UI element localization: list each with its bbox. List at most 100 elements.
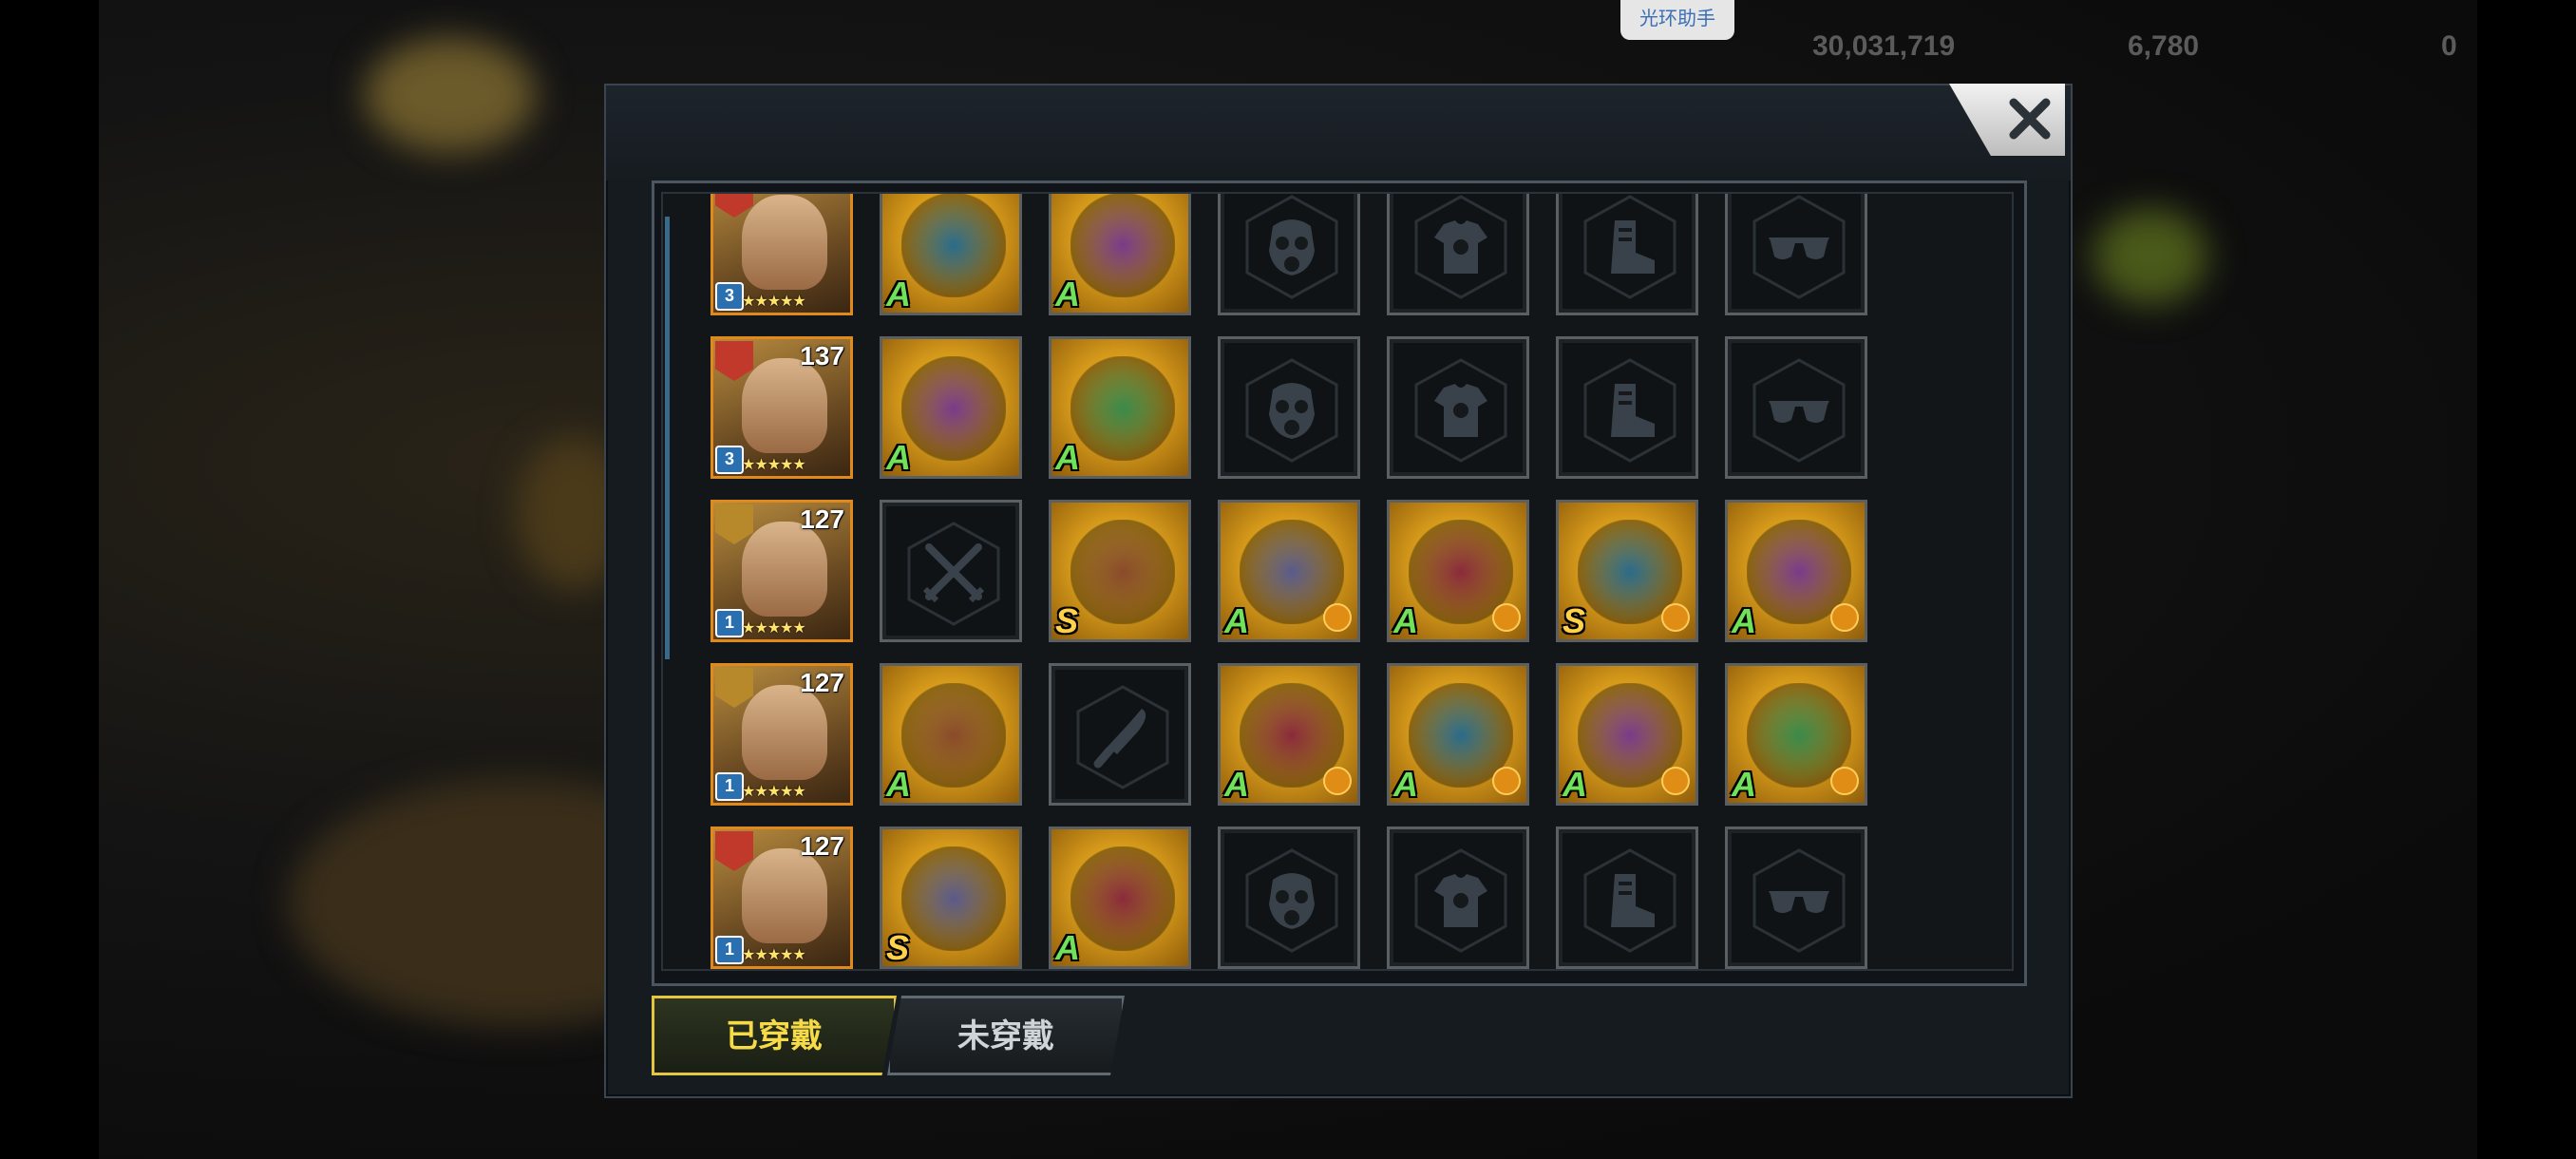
shirt-icon <box>1434 874 1487 927</box>
set-bonus-icon <box>1830 603 1859 632</box>
hero-face <box>742 848 827 943</box>
gear-item-slot[interactable]: A <box>1387 663 1529 806</box>
hero-equipment-row: 137 3 ★★★★★ A A <box>710 336 1964 479</box>
empty-gear-slot[interactable] <box>1218 194 1360 315</box>
gear-item-slot[interactable]: S <box>1556 500 1698 642</box>
set-bonus-icon <box>1830 767 1859 795</box>
hero-equipment-row: 3 ★★★★★ A A <box>710 194 1964 315</box>
empty-gear-slot[interactable] <box>1387 336 1529 479</box>
empty-gear-slot[interactable] <box>1218 826 1360 969</box>
empty-gear-slot[interactable] <box>880 500 1022 642</box>
gold-amount: 30,031,719 <box>1812 30 1956 62</box>
list-scrollbar[interactable] <box>665 217 670 659</box>
gear-grade: A <box>1732 601 1756 640</box>
gear-grade: A <box>1055 438 1080 477</box>
equipment-list[interactable]: 3 ★★★★★ A A 137 3 ★★★★★ A A 127 1 ★★★★★ S A A S A 127 1 ★★★… <box>661 192 2014 971</box>
empty-gear-slot[interactable] <box>1725 826 1867 969</box>
gear-item-slot[interactable]: A <box>1725 663 1867 806</box>
gear-grade: A <box>1732 765 1756 804</box>
glasses-icon <box>1769 238 1829 259</box>
hero-portrait[interactable]: 127 1 ★★★★★ <box>710 500 853 642</box>
hero-face <box>742 195 827 290</box>
set-bonus-icon <box>1661 603 1690 632</box>
empty-gear-slot[interactable] <box>1387 826 1529 969</box>
empty-gear-slot[interactable] <box>1725 336 1867 479</box>
boots-icon <box>1611 220 1655 274</box>
hero-class-badge <box>715 668 753 708</box>
background-blob <box>2093 209 2207 304</box>
gear-item-art <box>901 846 1006 951</box>
empty-gear-slot[interactable] <box>1556 194 1698 315</box>
hero-portrait[interactable]: 137 3 ★★★★★ <box>710 336 853 479</box>
gas-mask-icon <box>1269 219 1315 276</box>
hero-class-badge <box>715 504 753 544</box>
gear-grade: A <box>1393 765 1418 804</box>
hero-rank: 3 <box>715 446 744 474</box>
shirt-icon <box>1434 220 1487 274</box>
gear-item-art <box>1070 520 1175 624</box>
set-bonus-icon <box>1661 767 1690 795</box>
empty-gear-slot[interactable] <box>1387 194 1529 315</box>
gear-item-slot[interactable]: A <box>880 336 1022 479</box>
shirt-icon <box>1434 384 1487 437</box>
gear-item-slot[interactable]: A <box>880 194 1022 315</box>
hero-level: 127 <box>800 668 844 697</box>
gear-item-slot[interactable]: A <box>1218 663 1360 806</box>
gem-amount: 6,780 <box>2128 30 2200 62</box>
gas-mask-icon <box>1269 873 1315 929</box>
gear-grade: A <box>886 765 911 804</box>
hero-equipment-row: 127 1 ★★★★★ S A <box>710 826 1964 969</box>
empty-gear-slot[interactable] <box>1556 336 1698 479</box>
gear-item-slot[interactable]: A <box>1049 194 1191 315</box>
tab-unequipped[interactable]: 未穿戴 <box>887 996 1125 1075</box>
boots-icon <box>1611 384 1655 437</box>
hero-rank: 3 <box>715 282 744 311</box>
gear-grade: S <box>886 928 910 967</box>
hero-level: 127 <box>800 831 844 861</box>
gear-grade: A <box>1224 765 1249 804</box>
gear-item-art <box>1070 194 1175 297</box>
hero-portrait[interactable]: 127 1 ★★★★★ <box>710 826 853 969</box>
hero-class-badge <box>715 831 753 871</box>
gear-grade: A <box>1563 765 1587 804</box>
gear-item-slot[interactable]: A <box>1049 336 1191 479</box>
hero-portrait[interactable]: 127 1 ★★★★★ <box>710 663 853 806</box>
set-bonus-icon <box>1492 767 1521 795</box>
hero-class-badge <box>715 341 753 381</box>
gear-item-art <box>901 683 1006 788</box>
empty-gear-slot[interactable] <box>1218 336 1360 479</box>
gear-item-slot[interactable]: A <box>1387 500 1529 642</box>
empty-gear-slot[interactable] <box>1556 826 1698 969</box>
token-amount: 0 <box>2441 30 2457 62</box>
hero-face <box>742 685 827 780</box>
set-bonus-icon <box>1492 603 1521 632</box>
hero-stars: ★★★★★ <box>742 947 806 963</box>
hero-portrait[interactable]: 3 ★★★★★ <box>710 194 853 315</box>
gear-grade: S <box>1055 601 1079 640</box>
gear-item-slot[interactable]: A <box>1556 663 1698 806</box>
hero-rank: 1 <box>715 772 744 801</box>
gear-item-art <box>901 194 1006 297</box>
gear-grade: A <box>1055 275 1080 314</box>
gear-item-slot[interactable]: A <box>1049 826 1191 969</box>
hero-stars: ★★★★★ <box>742 620 806 636</box>
hero-level: 137 <box>800 341 844 370</box>
set-bonus-icon <box>1323 603 1352 632</box>
gear-item-slot[interactable]: S <box>880 826 1022 969</box>
empty-gear-slot[interactable] <box>1725 194 1867 315</box>
gear-grade: A <box>1224 601 1249 640</box>
set-bonus-icon <box>1323 767 1352 795</box>
gear-item-slot[interactable]: A <box>1725 500 1867 642</box>
gear-grade: S <box>1563 601 1586 640</box>
gear-item-slot[interactable]: A <box>1218 500 1360 642</box>
close-icon <box>2009 98 2051 140</box>
glasses-icon <box>1769 401 1829 423</box>
gear-item-slot[interactable]: S <box>1049 500 1191 642</box>
knife-icon <box>1093 709 1146 769</box>
empty-gear-slot[interactable] <box>1049 663 1191 806</box>
assistant-button[interactable]: 光环助手 <box>1620 0 1734 40</box>
gear-item-slot[interactable]: A <box>880 663 1022 806</box>
hero-stars: ★★★★★ <box>742 294 806 310</box>
tab-equipped[interactable]: 已穿戴 <box>652 996 897 1075</box>
hero-stars: ★★★★★ <box>742 457 806 473</box>
